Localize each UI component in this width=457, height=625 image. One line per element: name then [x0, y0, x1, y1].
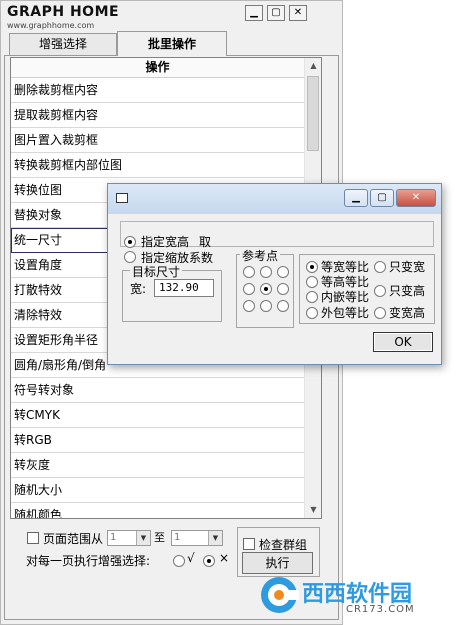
ref-bottom-center-radio[interactable] [260, 300, 272, 312]
list-item[interactable]: 转灰度 [11, 453, 304, 478]
check-group-label: 检查群组 [259, 538, 308, 552]
page-range-checkbox[interactable] [27, 532, 39, 544]
dialog-close-button[interactable]: ✕ [396, 189, 436, 207]
page-range-label: 页面范围从 [43, 532, 104, 546]
ref-middle-right-radio[interactable] [277, 283, 289, 295]
apply-yes-label: √ [187, 551, 195, 565]
specify-size-label: 指定宽高 [141, 235, 190, 249]
watermark-logo-icon [261, 577, 299, 613]
ref-middle-left-radio[interactable] [243, 283, 255, 295]
watermark-sub: CR173.COM [346, 604, 415, 615]
to-label: 至 [154, 531, 165, 544]
ok-button[interactable]: OK [373, 332, 433, 352]
chevron-down-icon: ▼ [136, 531, 150, 545]
specify-size-radio[interactable] [124, 236, 136, 248]
list-item[interactable]: 提取裁剪框内容 [11, 103, 304, 128]
brand-url: www.graphhome.com [7, 21, 95, 30]
dialog-restore-button[interactable]: ▢ [370, 189, 394, 207]
scroll-down-icon[interactable]: ▼ [305, 505, 321, 514]
list-item[interactable]: 转RGB [11, 428, 304, 453]
check-group-checkbox[interactable] [243, 538, 255, 550]
reference-point-label: 参考点 [240, 247, 281, 264]
scroll-up-icon[interactable]: ▲ [305, 61, 321, 70]
list-item[interactable]: 符号转对象 [11, 378, 304, 403]
watermark: 西西软件园 CR173.COM [258, 570, 453, 622]
list-item[interactable]: 随机大小 [11, 478, 304, 503]
inner-ratio-radio[interactable] [306, 291, 318, 303]
apply-yes-radio[interactable] [173, 555, 185, 567]
outer-ratio-label: 外包等比 [321, 306, 370, 320]
ref-top-center-radio[interactable] [260, 266, 272, 278]
change-width-height-radio[interactable] [374, 307, 386, 319]
list-item[interactable]: 转CMYK [11, 403, 304, 428]
only-width-label: 只变宽 [389, 260, 426, 274]
close-button[interactable]: ✕ [289, 5, 307, 21]
width-label: 宽: [130, 282, 147, 296]
change-width-height-label: 变宽高 [389, 306, 426, 320]
take-size-button[interactable]: 取 [199, 233, 211, 250]
page-to-value: 1 [174, 532, 181, 543]
target-size-label: 目标尺寸 [130, 263, 183, 280]
dialog-titlebar[interactable]: ▁ ▢ ✕ [108, 184, 441, 214]
window-icon [116, 193, 128, 203]
ref-bottom-right-radio[interactable] [277, 300, 289, 312]
brand-logo: GRAPH HOME [7, 4, 120, 20]
restore-button[interactable]: ▢ [267, 5, 285, 21]
ref-bottom-left-radio[interactable] [243, 300, 255, 312]
tab-batch-operation[interactable]: 批里操作 [117, 31, 227, 56]
minimize-button[interactable]: ▁ [245, 5, 263, 21]
list-item[interactable]: 转换裁剪框内部位图 [11, 153, 304, 178]
outer-ratio-radio[interactable] [306, 307, 318, 319]
apply-no-radio[interactable] [203, 555, 215, 567]
list-item[interactable]: 随机颜色 [11, 503, 304, 518]
page-from-value: 1 [110, 532, 117, 543]
list-item[interactable]: 图片置入裁剪框 [11, 128, 304, 153]
only-height-radio[interactable] [374, 285, 386, 297]
page-to-select[interactable]: 1 ▼ [171, 530, 223, 546]
ref-top-left-radio[interactable] [243, 266, 255, 278]
chevron-down-icon: ▼ [208, 531, 222, 545]
scroll-thumb[interactable] [307, 76, 319, 151]
width-input[interactable]: 132.90 [154, 279, 214, 297]
apply-each-page-label: 对每一页执行增强选择: [26, 554, 151, 568]
ref-center-radio[interactable] [260, 283, 272, 295]
equal-height-ratio-radio[interactable] [306, 276, 318, 288]
tab-enhance-select[interactable]: 增强选择 [9, 33, 117, 55]
dialog-minimize-button[interactable]: ▁ [344, 189, 368, 207]
page-from-select[interactable]: 1 ▼ [107, 530, 151, 546]
equal-width-ratio-radio[interactable] [306, 261, 318, 273]
inner-ratio-label: 内嵌等比 [321, 290, 370, 304]
apply-no-label: × [219, 551, 230, 565]
only-width-radio[interactable] [374, 261, 386, 273]
only-height-label: 只变高 [389, 284, 426, 298]
ref-top-right-radio[interactable] [277, 266, 289, 278]
list-header: 操作 [11, 58, 304, 78]
list-item[interactable]: 删除裁剪框内容 [11, 78, 304, 103]
specify-scale-radio[interactable] [124, 251, 136, 263]
uniform-size-dialog: ▁ ▢ ✕ 指定宽高 取 指定缩放系数 目标尺寸 宽: 132.90 参考点 等… [107, 183, 442, 365]
